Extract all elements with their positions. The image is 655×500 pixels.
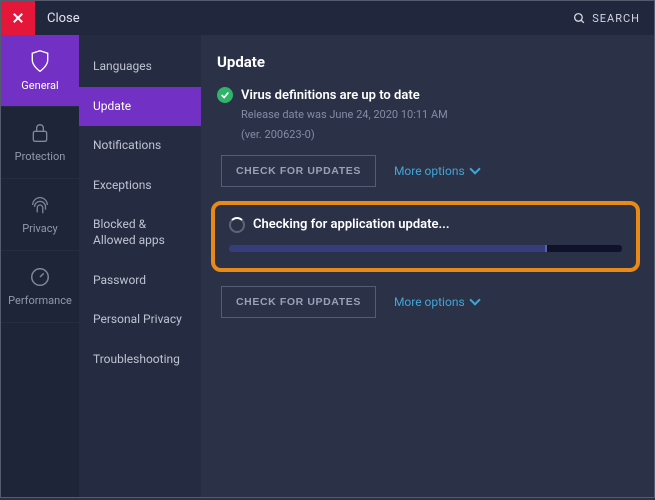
check-updates-button[interactable]: CHECK FOR UPDATES (221, 155, 376, 187)
nav-label: Privacy (22, 222, 58, 235)
close-button[interactable] (1, 1, 35, 35)
virus-version-line: (ver. 200623-0) (241, 127, 638, 143)
nav-label: Performance (8, 294, 72, 307)
chevron-down-icon (469, 164, 480, 175)
nav-performance[interactable]: Performance (1, 251, 79, 323)
virus-actions: CHECK FOR UPDATES More options (221, 155, 638, 187)
subnav-blocked-allowed[interactable]: Blocked & Allowed apps (79, 205, 201, 260)
primary-nav: General Protection Privacy Performance (1, 35, 79, 497)
section-header: Virus definitions are up to date (217, 87, 638, 103)
gauge-icon (29, 266, 51, 288)
titlebar-label: Close (47, 11, 80, 26)
body: General Protection Privacy Performance L… (1, 35, 654, 497)
main-panel: Update Virus definitions are up to date … (201, 35, 654, 497)
close-icon (13, 13, 23, 23)
more-options-label: More options (394, 164, 465, 178)
shield-icon (29, 49, 51, 73)
nav-label: Protection (15, 150, 66, 163)
lock-icon (30, 122, 50, 144)
app-window: Close SEARCH General Protection Privacy … (0, 0, 655, 498)
progress-bar (229, 245, 622, 252)
check-circle-icon (217, 87, 233, 103)
check-updates-button[interactable]: CHECK FOR UPDATES (221, 286, 376, 318)
subnav-exceptions[interactable]: Exceptions (79, 166, 201, 206)
chevron-down-icon (469, 295, 480, 306)
subnav-notifications[interactable]: Notifications (79, 126, 201, 166)
page-title: Update (217, 53, 638, 71)
progress-fill (229, 245, 547, 252)
search-icon (573, 12, 586, 25)
fingerprint-icon (29, 194, 51, 216)
nav-label: General (21, 79, 58, 92)
more-options-label: More options (394, 295, 465, 309)
spinner-icon (229, 217, 245, 233)
search-button[interactable]: SEARCH (573, 12, 640, 25)
subnav-troubleshooting[interactable]: Troubleshooting (79, 340, 201, 380)
nav-protection[interactable]: Protection (1, 107, 79, 179)
virus-release-line: Release date was June 24, 2020 10:11 AM (241, 107, 638, 123)
app-actions: CHECK FOR UPDATES More options (221, 286, 638, 318)
subnav-update[interactable]: Update (79, 87, 201, 127)
app-update-status: Checking for application update... (253, 217, 450, 232)
title-bar: Close SEARCH (1, 1, 654, 35)
virus-status-title: Virus definitions are up to date (241, 88, 420, 103)
more-options-link[interactable]: More options (394, 295, 479, 309)
subnav-password[interactable]: Password (79, 261, 201, 301)
secondary-nav: Languages Update Notifications Exception… (79, 35, 201, 497)
section-header: Checking for application update... (229, 217, 622, 233)
subnav-languages[interactable]: Languages (79, 47, 201, 87)
application-update-highlight: Checking for application update... (211, 201, 640, 272)
virus-definitions-section: Virus definitions are up to date Release… (217, 87, 638, 187)
nav-privacy[interactable]: Privacy (1, 179, 79, 251)
search-label: SEARCH (592, 12, 640, 25)
subnav-personal-privacy[interactable]: Personal Privacy (79, 300, 201, 340)
more-options-link[interactable]: More options (394, 164, 479, 178)
nav-general[interactable]: General (1, 35, 79, 107)
